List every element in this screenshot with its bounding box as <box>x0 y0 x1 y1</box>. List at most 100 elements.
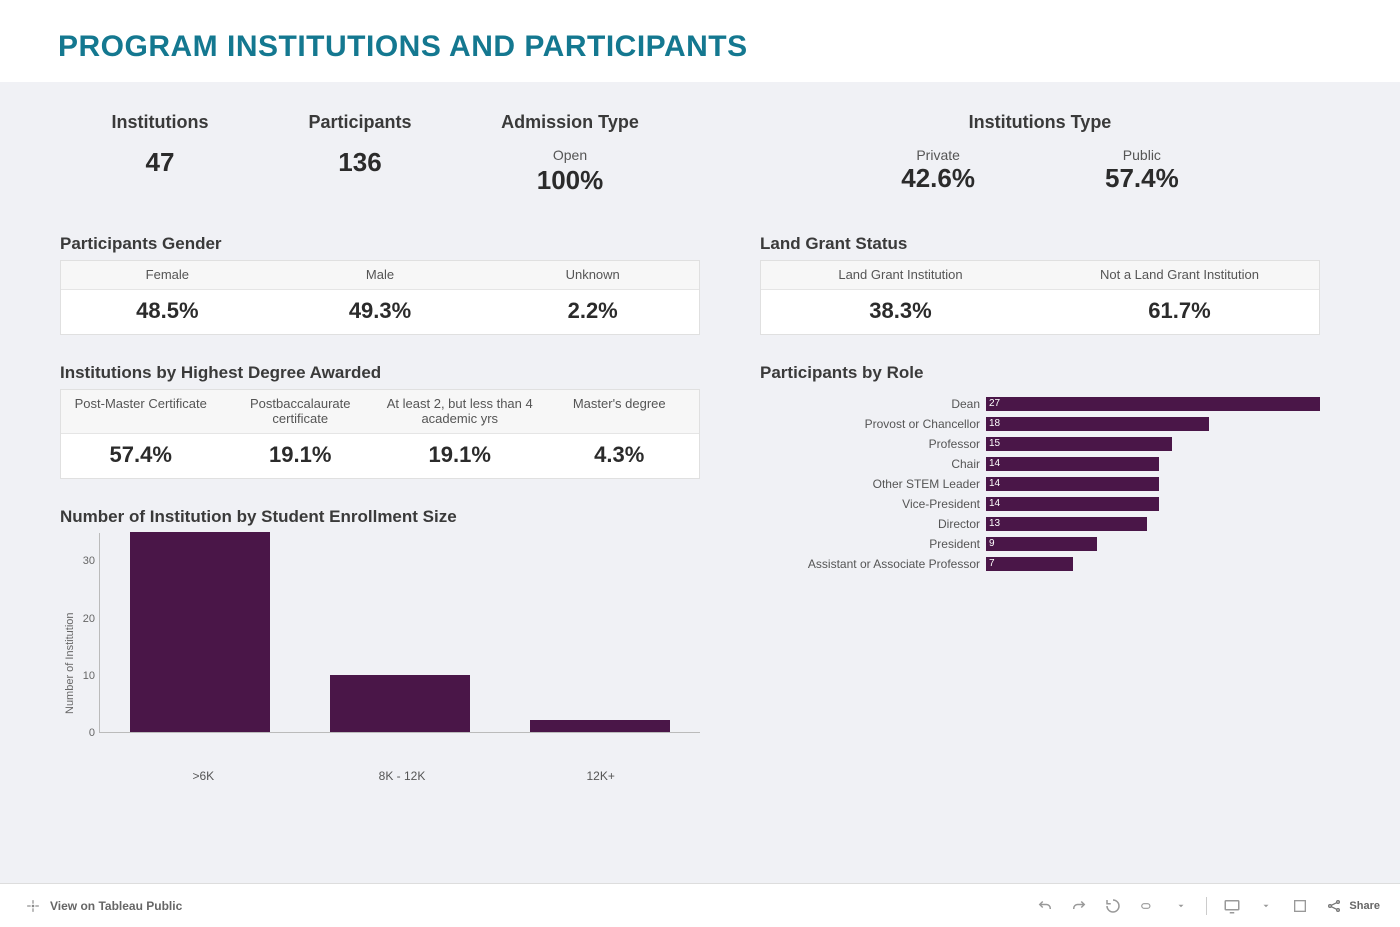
roles-bar-row[interactable]: Professor15 <box>760 435 1320 453</box>
device-preview-icon[interactable] <box>1223 897 1241 915</box>
enrollment-x-label: >6K <box>134 769 273 783</box>
footer-separator <box>1206 897 1207 915</box>
fullscreen-icon[interactable] <box>1291 897 1309 915</box>
kpi-admission-sublabel: Open <box>460 147 680 163</box>
roles-bar-value: 14 <box>989 477 1000 491</box>
kpi-admission-label: Admission Type <box>460 112 680 133</box>
roles-bar-row[interactable]: Director13 <box>760 515 1320 533</box>
roles-bar-track: 14 <box>986 457 1320 471</box>
roles-bar <box>986 457 1159 471</box>
degree-col-1: Postbaccalaurate certificate <box>221 390 381 433</box>
enrollment-y-ticks: 0102030 <box>76 533 99 733</box>
view-on-tableau-link[interactable]: View on Tableau Public <box>24 897 182 915</box>
view-on-tableau-label: View on Tableau Public <box>50 899 182 913</box>
enrollment-plot-area <box>99 533 700 733</box>
land-grant-section: Land Grant Status Land Grant Institution… <box>760 234 1320 335</box>
institutions-type-public-label: Public <box>1105 147 1179 163</box>
dropdown-caret-icon-2[interactable] <box>1257 897 1275 915</box>
enrollment-bar[interactable] <box>330 675 470 732</box>
degree-val-0: 57.4% <box>61 434 221 478</box>
land-grant-table: Land Grant Institution Not a Land Grant … <box>760 260 1320 335</box>
degree-col-0: Post-Master Certificate <box>61 390 221 433</box>
roles-bar-label: Provost or Chancellor <box>760 417 986 431</box>
kpi-row: Institutions 47 Participants 136 Admissi… <box>60 112 1340 196</box>
roles-chart-title: Participants by Role <box>760 363 1320 383</box>
degree-col-2: At least 2, but less than 4 academic yrs <box>380 390 540 433</box>
roles-bar-row[interactable]: Other STEM Leader14 <box>760 475 1320 493</box>
roles-bar-value: 15 <box>989 437 1000 451</box>
roles-bar-row[interactable]: Chair14 <box>760 455 1320 473</box>
roles-bar-label: Chair <box>760 457 986 471</box>
roles-bar-label: Director <box>760 517 986 531</box>
enrollment-x-label: 12K+ <box>531 769 670 783</box>
landgrant-val-0: 38.3% <box>761 290 1040 334</box>
enrollment-bar[interactable] <box>130 532 270 732</box>
share-button[interactable]: Share <box>1325 897 1380 915</box>
kpi-participants: Participants 136 <box>260 112 460 178</box>
enrollment-x-labels: >6K 8K - 12K 12K+ <box>104 763 700 783</box>
roles-bar-value: 14 <box>989 457 1000 471</box>
kpi-institutions-label: Institutions <box>60 112 260 133</box>
gender-val-1: 49.3% <box>274 290 487 334</box>
roles-chart-section: Participants by Role Dean27 Provost or Ch… <box>760 363 1320 573</box>
roles-bar-row[interactable]: Dean27 <box>760 395 1320 413</box>
roles-chart[interactable]: Dean27 Provost or Chancellor18 Professor15… <box>760 389 1320 573</box>
gender-col-2: Unknown <box>486 261 699 289</box>
participants-gender-title: Participants Gender <box>60 234 700 254</box>
roles-bar-value: 27 <box>989 397 1000 411</box>
landgrant-val-1: 61.7% <box>1040 290 1319 334</box>
roles-bar-label: Assistant or Associate Professor <box>760 557 986 571</box>
roles-bar-track: 15 <box>986 437 1320 451</box>
roles-bar-row[interactable]: Assistant or Associate Professor7 <box>760 555 1320 573</box>
gender-val-2: 2.2% <box>486 290 699 334</box>
kpi-participants-label: Participants <box>260 112 460 133</box>
roles-bar <box>986 517 1147 531</box>
enrollment-y-tick: 10 <box>83 670 95 682</box>
institutions-type-public-value: 57.4% <box>1105 163 1179 194</box>
pause-icon[interactable] <box>1138 897 1156 915</box>
roles-bar-track: 14 <box>986 497 1320 511</box>
land-grant-title: Land Grant Status <box>760 234 1320 254</box>
enrollment-chart[interactable]: Number of Institution 0102030 <box>60 533 700 763</box>
roles-bar <box>986 397 1320 411</box>
roles-bar-label: Professor <box>760 437 986 451</box>
roles-bar-row[interactable]: Provost or Chancellor18 <box>760 415 1320 433</box>
degree-val-2: 19.1% <box>380 434 540 478</box>
kpi-participants-value: 136 <box>260 147 460 178</box>
highest-degree-table: Post-Master Certificate Postbaccalaurate… <box>60 389 700 479</box>
landgrant-col-1: Not a Land Grant Institution <box>1040 261 1319 289</box>
roles-bar-label: President <box>760 537 986 551</box>
degree-val-3: 4.3% <box>540 434 700 478</box>
header-band: PROGRAM INSTITUTIONS AND PARTICIPANTS <box>0 0 1400 82</box>
page-title: PROGRAM INSTITUTIONS AND PARTICIPANTS <box>58 30 1400 64</box>
institutions-type-private: Private 42.6% <box>901 147 975 194</box>
enrollment-y-tick: 0 <box>89 727 95 739</box>
roles-bar-row[interactable]: Vice-President14 <box>760 495 1320 513</box>
institutions-type-private-label: Private <box>901 147 975 163</box>
roles-bar-row[interactable]: President9 <box>760 535 1320 553</box>
roles-bar-track: 14 <box>986 477 1320 491</box>
roles-bar-track: 9 <box>986 537 1320 551</box>
participants-gender-section: Participants Gender Female Male Unknown … <box>60 234 700 335</box>
enrollment-bar[interactable] <box>530 720 670 731</box>
kpi-institutions: Institutions 47 <box>60 112 260 178</box>
roles-bar-value: 14 <box>989 497 1000 511</box>
share-icon <box>1325 897 1343 915</box>
enrollment-x-label: 8K - 12K <box>333 769 472 783</box>
roles-bar-track: 27 <box>986 397 1320 411</box>
degree-val-1: 19.1% <box>221 434 381 478</box>
redo-icon[interactable] <box>1070 897 1088 915</box>
share-label: Share <box>1349 900 1380 912</box>
kpi-admission-value: 100% <box>460 165 680 196</box>
kpi-institutions-value: 47 <box>60 147 260 178</box>
enrollment-y-tick: 20 <box>83 613 95 625</box>
roles-bar-value: 9 <box>989 537 995 551</box>
roles-bar <box>986 417 1209 431</box>
gender-val-0: 48.5% <box>61 290 274 334</box>
replay-icon[interactable] <box>1104 897 1122 915</box>
undo-icon[interactable] <box>1036 897 1054 915</box>
dropdown-caret-icon[interactable] <box>1172 897 1190 915</box>
degree-col-3: Master's degree <box>540 390 700 433</box>
institutions-type-private-value: 42.6% <box>901 163 975 194</box>
roles-bar-track: 7 <box>986 557 1320 571</box>
